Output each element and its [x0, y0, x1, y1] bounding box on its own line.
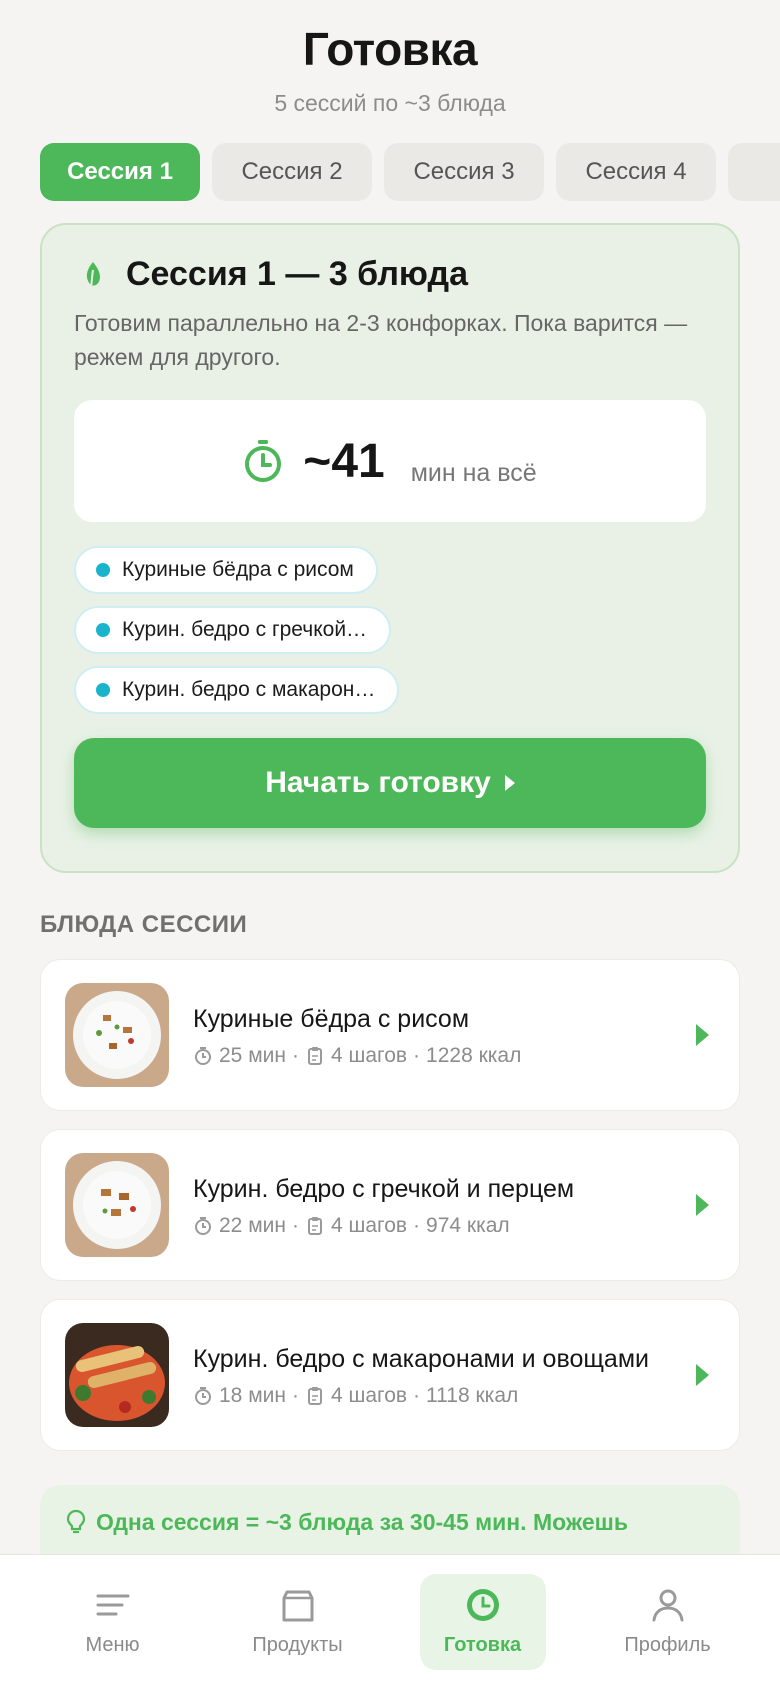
chip-label: Курин. бедро с гречкой…	[122, 618, 368, 641]
menu-icon	[96, 1594, 129, 1616]
tab-session-5[interactable]: Се	[728, 143, 780, 201]
tab-session-4[interactable]: Сессия 4	[556, 143, 716, 201]
chip-dot	[96, 623, 110, 637]
timer-icon	[195, 1387, 211, 1405]
dish-chips: Куриные бёдра с рисом Курин. бедро с гре…	[74, 546, 706, 714]
chevron-right-icon	[696, 1194, 709, 1216]
dish-info: Куриные бёдра с рисом 25 мин · 4 шагов ·…	[193, 1002, 672, 1068]
nav-label: Профиль	[624, 1634, 711, 1656]
session-header: Сессия 1 — 3 блюда	[82, 255, 706, 294]
nav-products[interactable]: Продукты	[235, 1574, 361, 1670]
dish-meta: 25 мин · 4 шагов · 1228 ккал	[193, 1044, 672, 1068]
stopwatch-icon	[245, 440, 282, 482]
chip-dot	[96, 683, 110, 697]
start-cooking-label: Начать готовку	[265, 766, 491, 799]
clock-icon	[466, 1589, 499, 1621]
tab-session-1[interactable]: Сессия 1	[40, 143, 200, 201]
section-title: БЛЮДА СЕССИИ	[40, 911, 248, 938]
dish-chip[interactable]: Курин. бедро с гречкой…	[74, 606, 392, 654]
chip-label: Курин. бедро с макарон…	[122, 678, 376, 701]
dish-name: Курин. бедро с макаронами и овощами	[193, 1345, 649, 1373]
nav-label: Продукты	[252, 1634, 343, 1656]
dish-steps: 4 шагов	[330, 1044, 408, 1067]
chevron-right-icon	[696, 1024, 709, 1046]
dish-name: Курин. бедро с гречкой и перцем	[193, 1175, 575, 1203]
lightbulb-icon	[66, 1509, 86, 1534]
dish-steps: 4 шагов	[330, 1214, 408, 1237]
separator: ·	[291, 1044, 299, 1067]
nav-label: Меню	[85, 1634, 140, 1656]
nav-menu[interactable]: Меню	[50, 1574, 176, 1670]
clipboard-icon	[307, 1387, 322, 1405]
dish-kcal: 1228 ккал	[426, 1044, 522, 1067]
dish-kcal: 974 ккал	[426, 1214, 510, 1237]
dish-time: 25 мин	[219, 1044, 286, 1067]
separator: ·	[291, 1384, 299, 1407]
dish-thumbnail	[65, 983, 169, 1087]
separator: ·	[291, 1214, 299, 1237]
tab-session-2[interactable]: Сессия 2	[212, 143, 372, 201]
leaf-icon	[86, 261, 100, 287]
tab-session-3[interactable]: Сессия 3	[384, 143, 544, 201]
clipboard-icon	[307, 1047, 322, 1065]
dish-chip[interactable]: Курин. бедро с макарон…	[74, 666, 400, 714]
nav-profile[interactable]: Профиль	[605, 1574, 731, 1670]
separator: ·	[413, 1384, 421, 1407]
dish-chip[interactable]: Куриные бёдра с рисом	[74, 546, 378, 594]
box-icon	[282, 1590, 313, 1622]
profile-icon	[652, 1589, 683, 1622]
dish-time: 18 мин	[219, 1384, 286, 1407]
bottom-navigation: Меню Продукты Готовка Профиль	[0, 1554, 780, 1688]
session-tabs: Сессия 1 Сессия 2 Сессия 3 Сессия 4 Се	[0, 143, 780, 201]
dish-card[interactable]: Курин. бедро с гречкой и перцем 22 мин ·…	[40, 1129, 740, 1281]
dish-steps: 4 шагов	[330, 1384, 408, 1407]
clipboard-icon	[307, 1217, 322, 1235]
session-title: Сессия 1 — 3 блюда	[126, 255, 469, 293]
play-icon	[504, 775, 515, 791]
dish-time: 22 мин	[219, 1214, 286, 1237]
dish-kcal: 1118 ккал	[426, 1384, 519, 1407]
separator: ·	[413, 1044, 421, 1067]
chip-label: Куриные бёдра с рисом	[122, 558, 354, 581]
nav-label: Готовка	[443, 1634, 522, 1656]
tip-banner: Одна сессия = ~3 блюда за 30-45 мин. Мож…	[40, 1485, 740, 1565]
start-cooking-button[interactable]: Начать готовку	[74, 738, 706, 828]
chip-dot	[96, 563, 110, 577]
header: Готовка 5 сессий по ~3 блюда	[0, 0, 780, 117]
cooking-screen: Готовка 5 сессий по ~3 блюда Сессия 1 Се…	[0, 0, 780, 1688]
dish-meta: 22 мин · 4 шагов · 974 ккал	[193, 1214, 672, 1238]
total-time-unit: мин на всё	[410, 459, 537, 487]
page-subtitle: 5 сессий по ~3 блюда	[274, 90, 506, 116]
total-time-value: ~41	[303, 434, 385, 488]
dish-meta: 18 мин · 4 шагов · 1118 ккал	[193, 1384, 672, 1408]
dish-info: Курин. бедро с макаронами и овощами 18 м…	[193, 1342, 672, 1408]
dish-info: Курин. бедро с гречкой и перцем 22 мин ·…	[193, 1172, 672, 1238]
dish-thumbnail	[65, 1153, 169, 1257]
tip-text: Одна сессия = ~3 блюда за 30-45 мин. Мож…	[96, 1509, 628, 1535]
page-title: Готовка	[302, 23, 478, 75]
nav-cooking[interactable]: Готовка	[419, 1573, 546, 1670]
session-card: Сессия 1 — 3 блюда Готовим параллельно н…	[40, 223, 740, 873]
dish-name: Куриные бёдра с рисом	[193, 1005, 470, 1033]
separator: ·	[413, 1214, 421, 1237]
dish-thumbnail	[65, 1323, 169, 1427]
session-description: Готовим параллельно на 2-3 конфорках. По…	[74, 310, 688, 370]
chevron-right-icon	[696, 1364, 709, 1386]
timer-icon	[195, 1217, 211, 1235]
timer-icon	[195, 1047, 211, 1065]
dish-list: Куриные бёдра с рисом 25 мин · 4 шагов ·…	[40, 959, 740, 1451]
dish-card[interactable]: Курин. бедро с макаронами и овощами 18 м…	[40, 1299, 740, 1451]
dish-card[interactable]: Куриные бёдра с рисом 25 мин · 4 шагов ·…	[40, 959, 740, 1111]
total-time-box: ~41 мин на всё	[74, 400, 706, 522]
